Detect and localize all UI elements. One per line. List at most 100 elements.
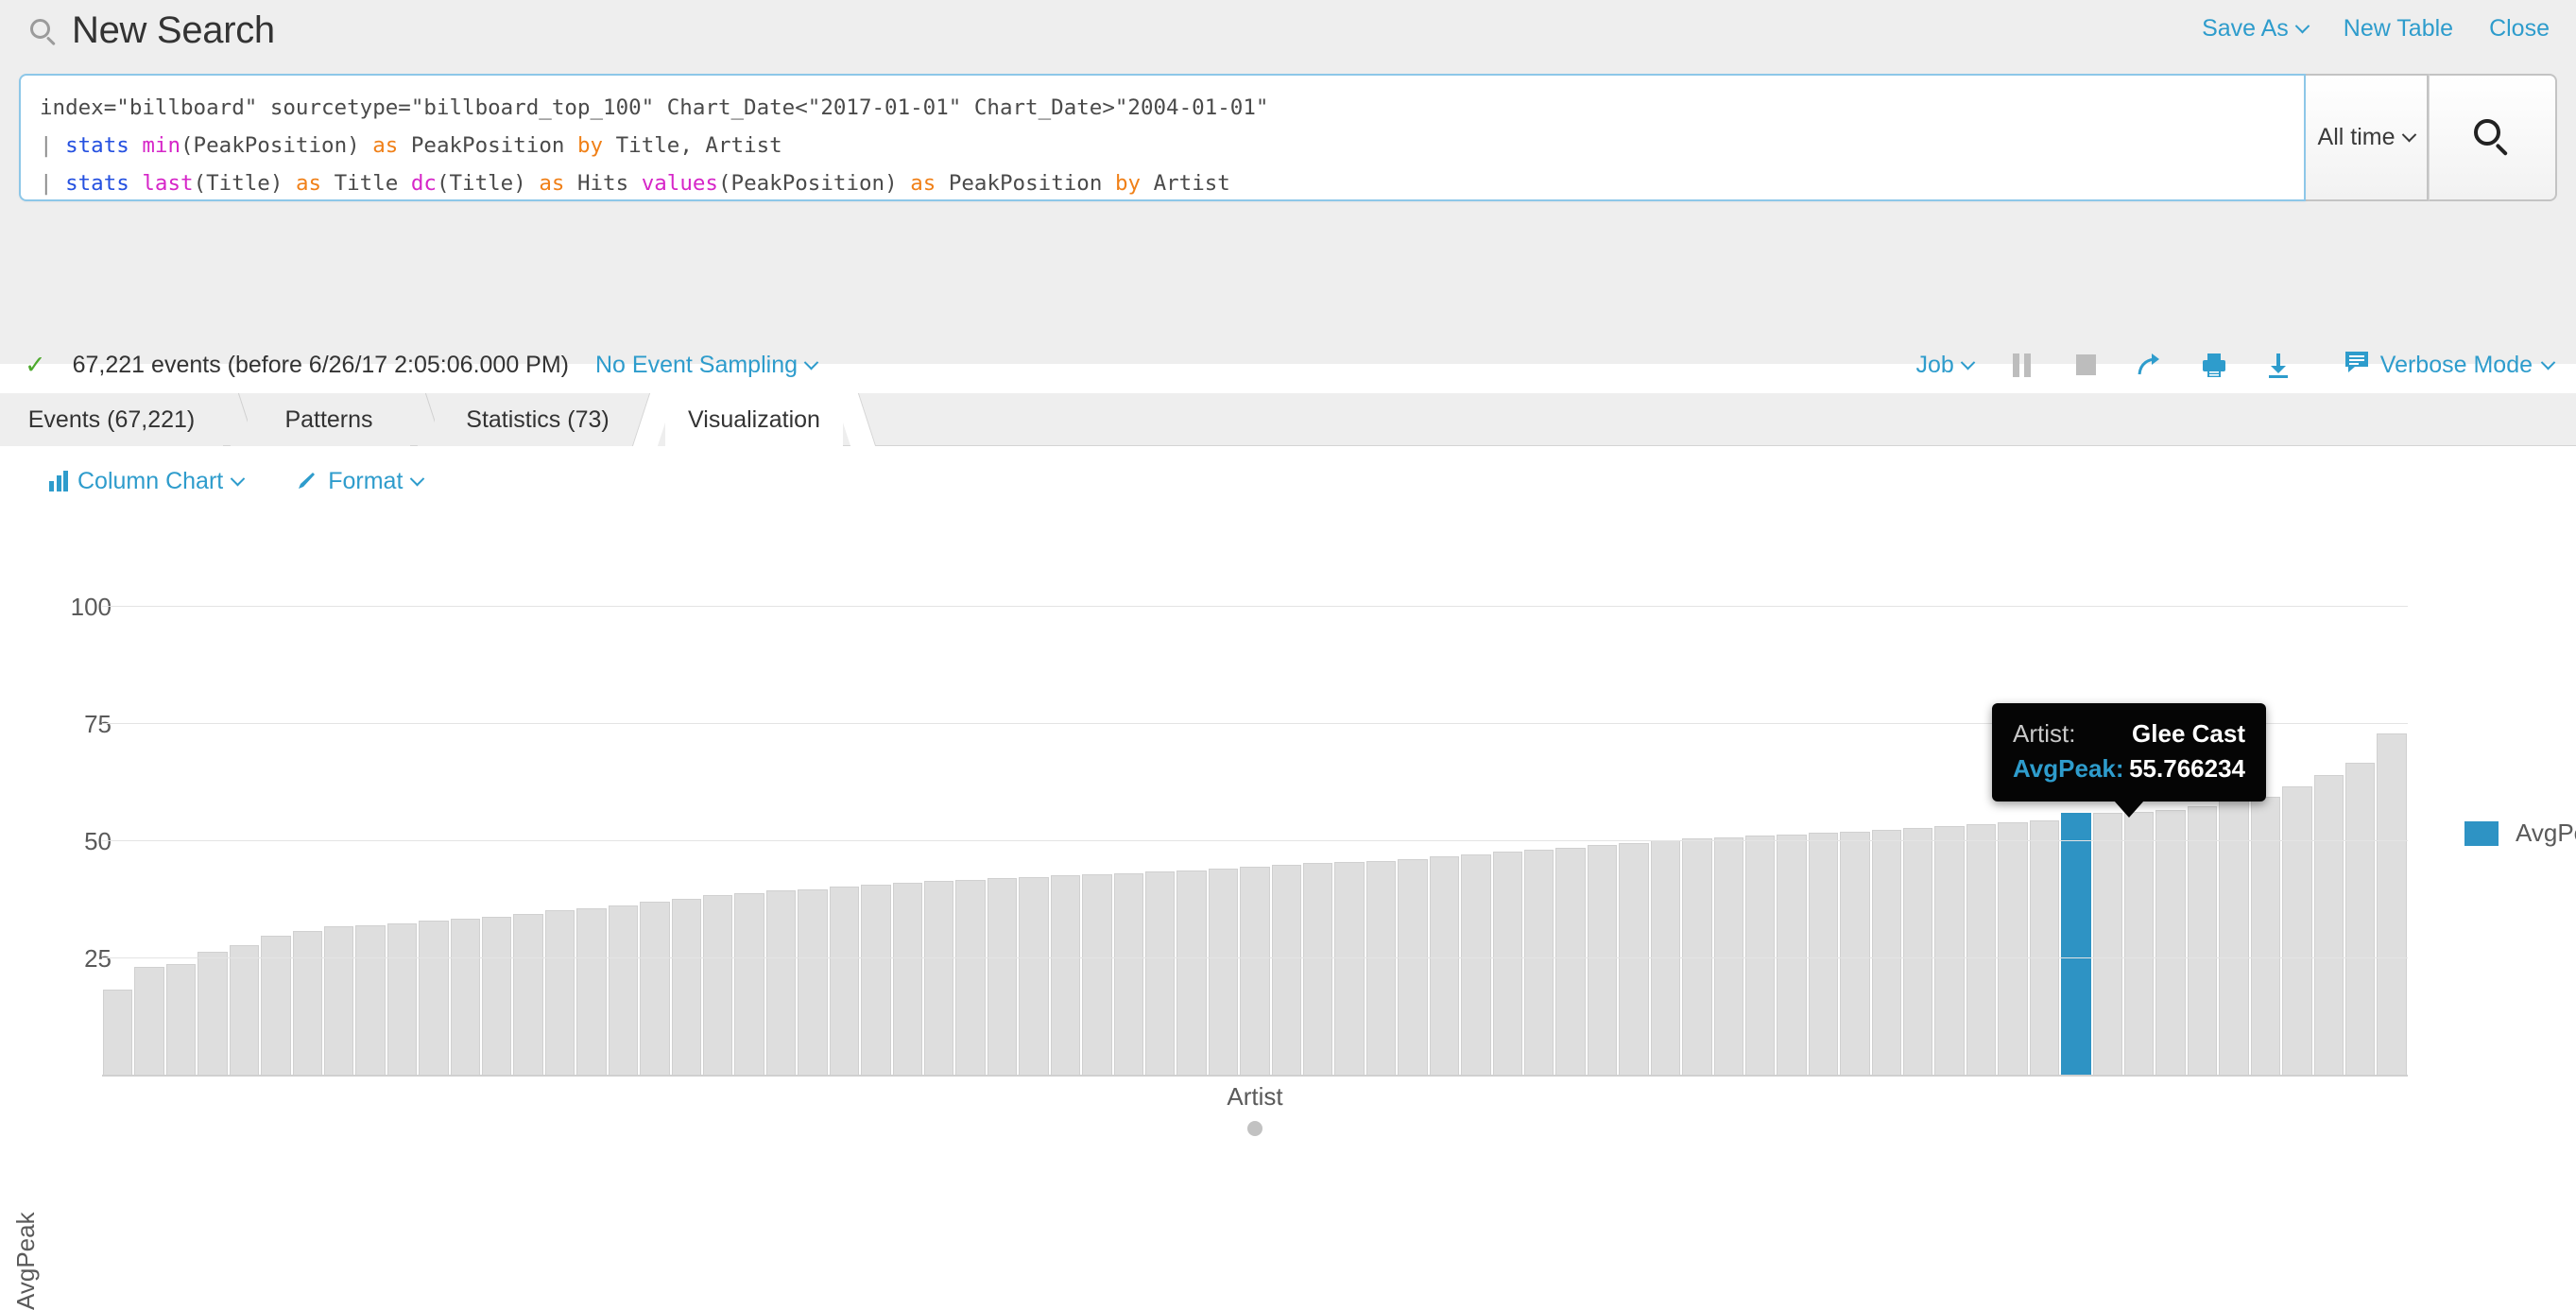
bar[interactable] xyxy=(798,888,828,1075)
bar[interactable] xyxy=(292,931,322,1075)
bar[interactable] xyxy=(1808,833,1839,1075)
bar[interactable] xyxy=(544,910,575,1075)
share-icon[interactable] xyxy=(2134,349,2166,381)
bar[interactable] xyxy=(1176,870,1207,1075)
bar[interactable] xyxy=(1966,824,1997,1075)
stop-icon[interactable] xyxy=(2069,349,2102,381)
bar[interactable] xyxy=(2313,774,2344,1075)
bar[interactable] xyxy=(2219,800,2249,1075)
job-dropdown[interactable]: Job xyxy=(1915,352,1976,379)
pause-icon[interactable] xyxy=(2005,349,2037,381)
bar[interactable] xyxy=(513,914,543,1075)
bar[interactable] xyxy=(892,883,922,1075)
bar[interactable] xyxy=(1555,847,1586,1075)
bar[interactable] xyxy=(861,885,891,1075)
bar[interactable] xyxy=(482,917,512,1075)
bar[interactable] xyxy=(1744,836,1776,1075)
print-icon[interactable] xyxy=(2198,349,2230,381)
bar[interactable] xyxy=(2092,812,2122,1075)
tooltip-value: Glee Cast xyxy=(2132,719,2245,748)
bar[interactable] xyxy=(1523,849,1554,1075)
tab-label: Events (67,221) xyxy=(27,405,196,433)
format-button[interactable]: Format xyxy=(296,468,425,495)
bar[interactable] xyxy=(261,935,291,1075)
bar[interactable] xyxy=(1461,853,1491,1075)
bar[interactable] xyxy=(323,926,354,1075)
bar[interactable] xyxy=(2187,806,2218,1075)
bar[interactable] xyxy=(923,881,954,1075)
bar[interactable] xyxy=(2124,811,2155,1075)
new-table-button[interactable]: New Table xyxy=(2344,15,2453,43)
query-line: | stats last(Title) as Title dc(Title) a… xyxy=(40,171,1230,196)
bar[interactable] xyxy=(1934,826,1965,1075)
bar[interactable] xyxy=(1082,874,1112,1075)
bar[interactable] xyxy=(2029,819,2060,1075)
save-as-button[interactable]: Save As xyxy=(2202,15,2310,43)
search-query-input[interactable]: index="billboard" sourcetype="billboard_… xyxy=(19,74,2306,201)
bar[interactable] xyxy=(103,990,133,1075)
bar[interactable] xyxy=(1019,876,1049,1075)
bar[interactable] xyxy=(1871,830,1902,1075)
bar[interactable] xyxy=(1303,863,1333,1075)
bar[interactable] xyxy=(1334,861,1365,1075)
bar[interactable] xyxy=(1240,866,1270,1075)
viz-type-selector[interactable]: Column Chart xyxy=(49,468,246,495)
bar[interactable] xyxy=(1208,868,1239,1075)
bar[interactable] xyxy=(671,899,702,1075)
bar[interactable] xyxy=(1429,856,1460,1075)
chart-resize-handle[interactable] xyxy=(1247,1121,1262,1136)
bar[interactable] xyxy=(1903,828,1933,1075)
bar[interactable] xyxy=(1398,858,1428,1075)
tab-events[interactable]: Events (67,221) xyxy=(0,393,257,446)
bar[interactable] xyxy=(2250,796,2281,1075)
verbose-mode-icon xyxy=(2344,349,2370,382)
time-range-picker[interactable]: All time xyxy=(2306,74,2429,201)
bar[interactable] xyxy=(608,905,639,1075)
legend-swatch xyxy=(2464,820,2499,846)
bar[interactable] xyxy=(1113,872,1143,1075)
bar[interactable] xyxy=(987,878,1018,1075)
bar[interactable] xyxy=(955,879,986,1075)
bar[interactable] xyxy=(640,902,670,1075)
bar[interactable] xyxy=(1050,875,1081,1075)
bar[interactable] xyxy=(2061,813,2091,1075)
bar[interactable] xyxy=(165,964,197,1075)
export-icon[interactable] xyxy=(2262,349,2294,381)
close-button[interactable]: Close xyxy=(2489,15,2550,43)
bar[interactable] xyxy=(229,945,260,1075)
bar[interactable] xyxy=(703,895,733,1075)
job-controls: Job Verbose Mode xyxy=(1915,336,2556,394)
run-search-button[interactable] xyxy=(2429,74,2557,201)
chart-tooltip: Artist: Glee Cast AvgPeak: 55.766234 xyxy=(1992,703,2266,818)
bar[interactable] xyxy=(734,892,764,1075)
bar[interactable] xyxy=(386,922,418,1075)
bar[interactable] xyxy=(2377,733,2407,1075)
bar[interactable] xyxy=(134,966,164,1075)
tab-visualization[interactable]: Visualization xyxy=(631,393,877,446)
bar[interactable] xyxy=(1271,864,1302,1075)
bar[interactable] xyxy=(1619,843,1649,1075)
bar[interactable] xyxy=(576,908,607,1075)
bar[interactable] xyxy=(829,886,860,1075)
bar[interactable] xyxy=(419,920,449,1075)
bar[interactable] xyxy=(1365,860,1397,1075)
bar[interactable] xyxy=(2282,785,2312,1075)
bar[interactable] xyxy=(1777,834,1807,1075)
event-sampling-dropdown[interactable]: No Event Sampling xyxy=(595,352,819,379)
bar[interactable] xyxy=(450,919,481,1075)
bar[interactable] xyxy=(197,952,228,1075)
bar[interactable] xyxy=(1587,845,1618,1075)
bar[interactable] xyxy=(1840,831,1870,1075)
bar[interactable] xyxy=(1713,836,1743,1075)
bar[interactable] xyxy=(2155,809,2186,1075)
tab-statistics[interactable]: Statistics (73) xyxy=(435,393,675,446)
bar[interactable] xyxy=(1492,852,1522,1075)
search-mode-label: Verbose Mode xyxy=(2379,351,2533,378)
bar[interactable] xyxy=(1144,871,1176,1075)
tab-patterns[interactable]: Patterns xyxy=(248,393,444,446)
search-mode-dropdown[interactable]: Verbose Mode xyxy=(2344,349,2556,382)
bar[interactable] xyxy=(765,890,797,1075)
bar[interactable] xyxy=(1998,822,2028,1075)
bar[interactable] xyxy=(2344,763,2376,1075)
bar[interactable] xyxy=(355,925,386,1075)
